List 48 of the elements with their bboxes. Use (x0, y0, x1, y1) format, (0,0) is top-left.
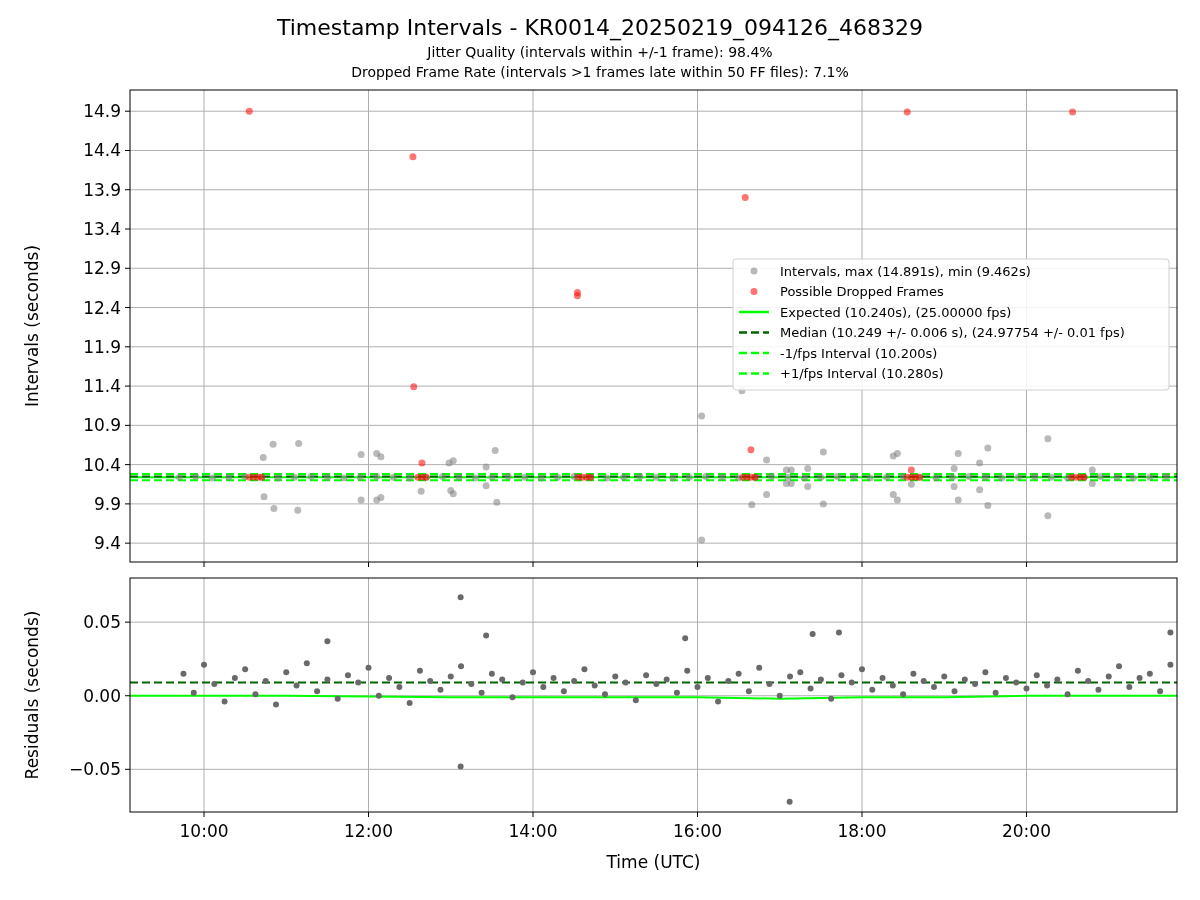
x-tick-label: 20:00 (1002, 821, 1051, 841)
y-tick-label: 11.4 (83, 376, 121, 397)
legend-label: Intervals, max (14.891s), min (9.462s) (780, 263, 1031, 279)
y-tick-label: 9.9 (93, 493, 121, 514)
legend-line-icon (739, 331, 769, 334)
y-tick-label: 12.9 (83, 258, 121, 279)
legend-line-icon (739, 351, 769, 355)
x-tick-label: 10:00 (179, 821, 229, 841)
point (747, 446, 755, 454)
legend-marker-icon (750, 288, 758, 295)
x-axis-label: Time (UTC) (606, 852, 701, 872)
legend-label: +1/fps Interval (10.280s) (780, 366, 944, 381)
point (245, 107, 253, 115)
point (418, 459, 426, 467)
legend-line-icon (739, 310, 769, 314)
legend-label: -1/fps Interval (10.200s) (780, 345, 938, 361)
y-tick-label: 14.4 (83, 140, 121, 161)
point (409, 153, 417, 161)
y-tick-label: 11.9 (83, 336, 121, 357)
y-axis-label: Intervals (seconds) (22, 244, 42, 408)
y-tick-label: 12.4 (83, 297, 121, 318)
y-tick-label: 9.4 (93, 533, 121, 554)
x-tick-label: 16:00 (673, 821, 722, 841)
figure-title: Timestamp Intervals - KR0014_20250219_094126_468329 (276, 14, 924, 42)
y-tick-label: 13.4 (83, 219, 121, 239)
point (907, 466, 915, 474)
figure-subtitle: Jitter Quality (intervals within +/-1 frame): 98.4% (427, 43, 773, 62)
y-tick-label: 10.9 (83, 415, 121, 436)
legend-label: Expected (10.240s), (25.00000 fps) (780, 304, 1012, 320)
y-tick-label: 10.4 (83, 454, 121, 475)
legend-line-icon (739, 372, 769, 375)
legend-label: Possible Dropped Frames (780, 284, 944, 299)
y-tick-label: 0.00 (83, 685, 121, 706)
legend-marker-icon (750, 267, 758, 275)
x-tick-label: 18:00 (837, 821, 887, 841)
y-axis-label: Residuals (seconds) (22, 610, 42, 780)
figure-subtitle: Dropped Frame Rate (intervals >1 frames late within 50 FF files): 7.1% (351, 63, 849, 82)
legend-label: Median (10.249 +/- 0.006 s), (24.97754 +/- 0.01 fps) (780, 325, 1125, 340)
point (410, 383, 418, 391)
x-tick-label: 14:00 (508, 821, 558, 841)
point (741, 194, 749, 202)
y-tick-label: 0.05 (83, 612, 121, 633)
point (903, 108, 911, 116)
x-tick-label: 12:00 (344, 821, 393, 841)
point (1069, 108, 1077, 116)
y-tick-label: −0.05 (68, 759, 121, 780)
y-tick-label: 14.9 (83, 101, 121, 122)
y-tick-label: 13.9 (83, 179, 121, 200)
